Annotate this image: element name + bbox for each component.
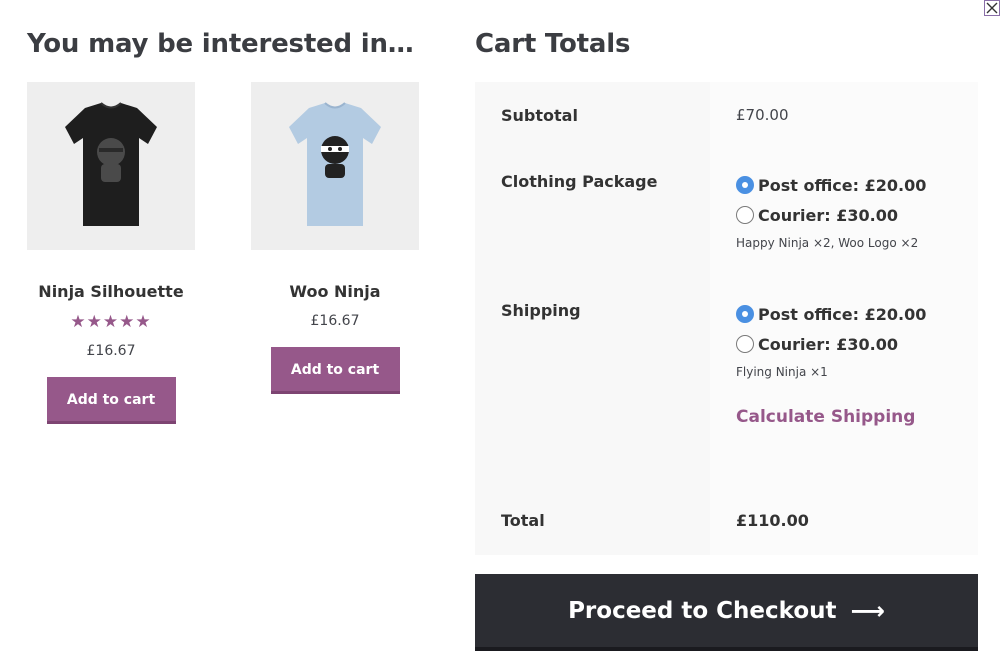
shipping-option[interactable]: Post office: £20.00 [736, 170, 978, 200]
shipping-option[interactable]: Courier: £30.00 [736, 200, 978, 230]
clothing-package-label: Clothing Package [475, 148, 710, 277]
shipping-option[interactable]: Post office: £20.00 [736, 299, 978, 329]
option-label: Courier: £30.00 [758, 205, 898, 225]
subtotal-value: £70.00 [710, 82, 978, 148]
clothing-package-options: Post office: £20.00 Courier: £30.00 Happ… [710, 148, 978, 277]
product-price: £16.67 [310, 313, 360, 329]
product-image[interactable] [27, 82, 195, 250]
product-card: Woo Ninja £16.67 Add to cart [251, 82, 419, 394]
arrow-right-icon: ⟶ [850, 596, 885, 625]
total-row: Total £110.00 [475, 485, 978, 555]
option-label: Courier: £30.00 [758, 334, 898, 354]
product-name[interactable]: Ninja Silhouette [27, 282, 195, 301]
radio-icon[interactable] [736, 206, 754, 224]
subtotal-label: Subtotal [475, 82, 710, 148]
clothing-package-row: Clothing Package Post office: £20.00 Cou… [475, 148, 978, 277]
proceed-to-checkout-button[interactable]: Proceed to Checkout ⟶ [475, 574, 978, 651]
radio-selected-icon[interactable] [736, 305, 754, 323]
rating-stars: ★★★★★ [70, 312, 152, 332]
shipping-label: Shipping [475, 277, 710, 485]
add-to-cart-button[interactable]: Add to cart [46, 377, 176, 424]
option-label: Post office: £20.00 [758, 175, 927, 195]
shipping-options: Post office: £20.00 Courier: £30.00 Flyi… [710, 277, 978, 485]
radio-icon[interactable] [736, 335, 754, 353]
product-image[interactable] [251, 82, 419, 250]
cart-totals-table: Subtotal £70.00 Clothing Package Post of… [475, 82, 978, 555]
product-price: £16.67 [86, 343, 136, 359]
add-to-cart-button[interactable]: Add to cart [270, 347, 400, 394]
shipping-option[interactable]: Courier: £30.00 [736, 329, 978, 359]
package-items: Happy Ninja ×2, Woo Logo ×2 [736, 236, 919, 250]
related-products-heading: You may be interested in… [27, 29, 414, 59]
total-label: Total [475, 485, 710, 555]
calculate-shipping-link[interactable]: Calculate Shipping [736, 407, 915, 427]
product-card: Ninja Silhouette ★★★★★ £16.67 Add to car… [27, 82, 195, 424]
option-label: Post office: £20.00 [758, 304, 927, 324]
shipping-row: Shipping Post office: £20.00 Courier: £3… [475, 277, 978, 485]
checkout-label: Proceed to Checkout [568, 597, 837, 624]
shipping-items: Flying Ninja ×1 [736, 365, 828, 379]
subtotal-row: Subtotal £70.00 [475, 82, 978, 148]
radio-selected-icon[interactable] [736, 176, 754, 194]
cart-totals-heading: Cart Totals [475, 29, 631, 59]
close-icon[interactable] [984, 0, 1000, 16]
product-name[interactable]: Woo Ninja [251, 282, 419, 301]
total-value: £110.00 [710, 485, 978, 555]
